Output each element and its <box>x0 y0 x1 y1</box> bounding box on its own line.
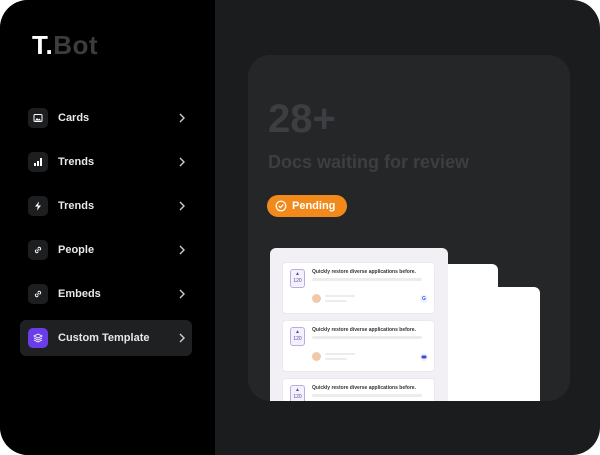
image-icon <box>28 108 48 128</box>
sidebar-item-label: Trends <box>58 156 95 168</box>
text-placeholder <box>312 394 422 397</box>
upvote-box[interactable]: ▲ 120 <box>290 269 305 288</box>
text-placeholder <box>325 353 355 355</box>
avatar <box>312 294 321 303</box>
avatar <box>312 352 321 361</box>
doc-title: Quickly restore diverse applications bef… <box>312 385 416 391</box>
chevron-right-icon <box>178 243 186 260</box>
app-window: T.Bot Cards Trends Trends People Embeds … <box>0 0 600 455</box>
sidebar-item-embeds[interactable]: Embeds <box>20 276 192 312</box>
pending-label: Pending <box>292 200 336 212</box>
list-item[interactable]: ▲ 120 Quickly restore diverse application… <box>282 378 435 401</box>
brand-logo: T.Bot <box>32 30 98 61</box>
sidebar-item-label: Cards <box>58 112 90 124</box>
doc-title: Quickly restore diverse applications bef… <box>312 327 416 333</box>
review-card: 28+ Docs waiting for review Pending ▲ 120… <box>248 55 570 401</box>
upvote-box[interactable]: ▲ 120 <box>290 385 305 401</box>
doc-sheet-front: ▲ 120 Quickly restore diverse application… <box>270 248 448 401</box>
chevron-right-icon <box>178 199 186 216</box>
docs-subtitle: Docs waiting for review <box>268 152 470 172</box>
upvote-box[interactable]: ▲ 120 <box>290 327 305 346</box>
google-icon: G <box>420 295 428 303</box>
lightning-icon <box>28 196 48 216</box>
text-placeholder <box>325 300 347 302</box>
sidebar-item-custom-template[interactable]: Custom Template <box>20 320 192 356</box>
chevron-right-icon <box>178 111 186 128</box>
template-icon <box>28 328 48 348</box>
docs-count: 28+ <box>268 97 336 141</box>
link-icon <box>28 240 48 260</box>
sidebar-item-label: Custom Template <box>58 332 150 344</box>
sidebar-item-trends-2[interactable]: Trends <box>20 188 192 224</box>
brand-prefix: T. <box>32 30 54 60</box>
link-icon <box>28 284 48 304</box>
doc-title: Quickly restore diverse applications bef… <box>312 269 416 275</box>
sidebar-item-people[interactable]: People <box>20 232 192 268</box>
sidebar-item-trends[interactable]: Trends <box>20 144 192 180</box>
sidebar-item-label: People <box>58 244 95 256</box>
text-placeholder <box>312 336 422 339</box>
text-placeholder <box>325 295 355 297</box>
check-circle-icon <box>275 200 287 212</box>
sidebar-item-cards[interactable]: Cards <box>20 100 192 136</box>
bar-chart-icon <box>28 152 48 172</box>
list-item[interactable]: ▲ 120 Quickly restore diverse application… <box>282 262 435 314</box>
brand-suffix: Bot <box>53 30 99 60</box>
sidebar-item-label: Embeds <box>58 288 101 300</box>
pending-badge[interactable]: Pending <box>267 195 348 217</box>
chevron-right-icon <box>178 155 186 172</box>
chevron-right-icon <box>178 331 186 348</box>
list-item[interactable]: ▲ 120 Quickly restore diverse application… <box>282 320 435 372</box>
chevron-right-icon <box>178 287 186 304</box>
discord-icon <box>420 353 428 361</box>
sidebar-item-label: Trends <box>58 200 95 212</box>
text-placeholder <box>325 358 347 360</box>
text-placeholder <box>312 278 422 281</box>
sidebar: T.Bot Cards Trends Trends People Embeds … <box>0 0 215 455</box>
